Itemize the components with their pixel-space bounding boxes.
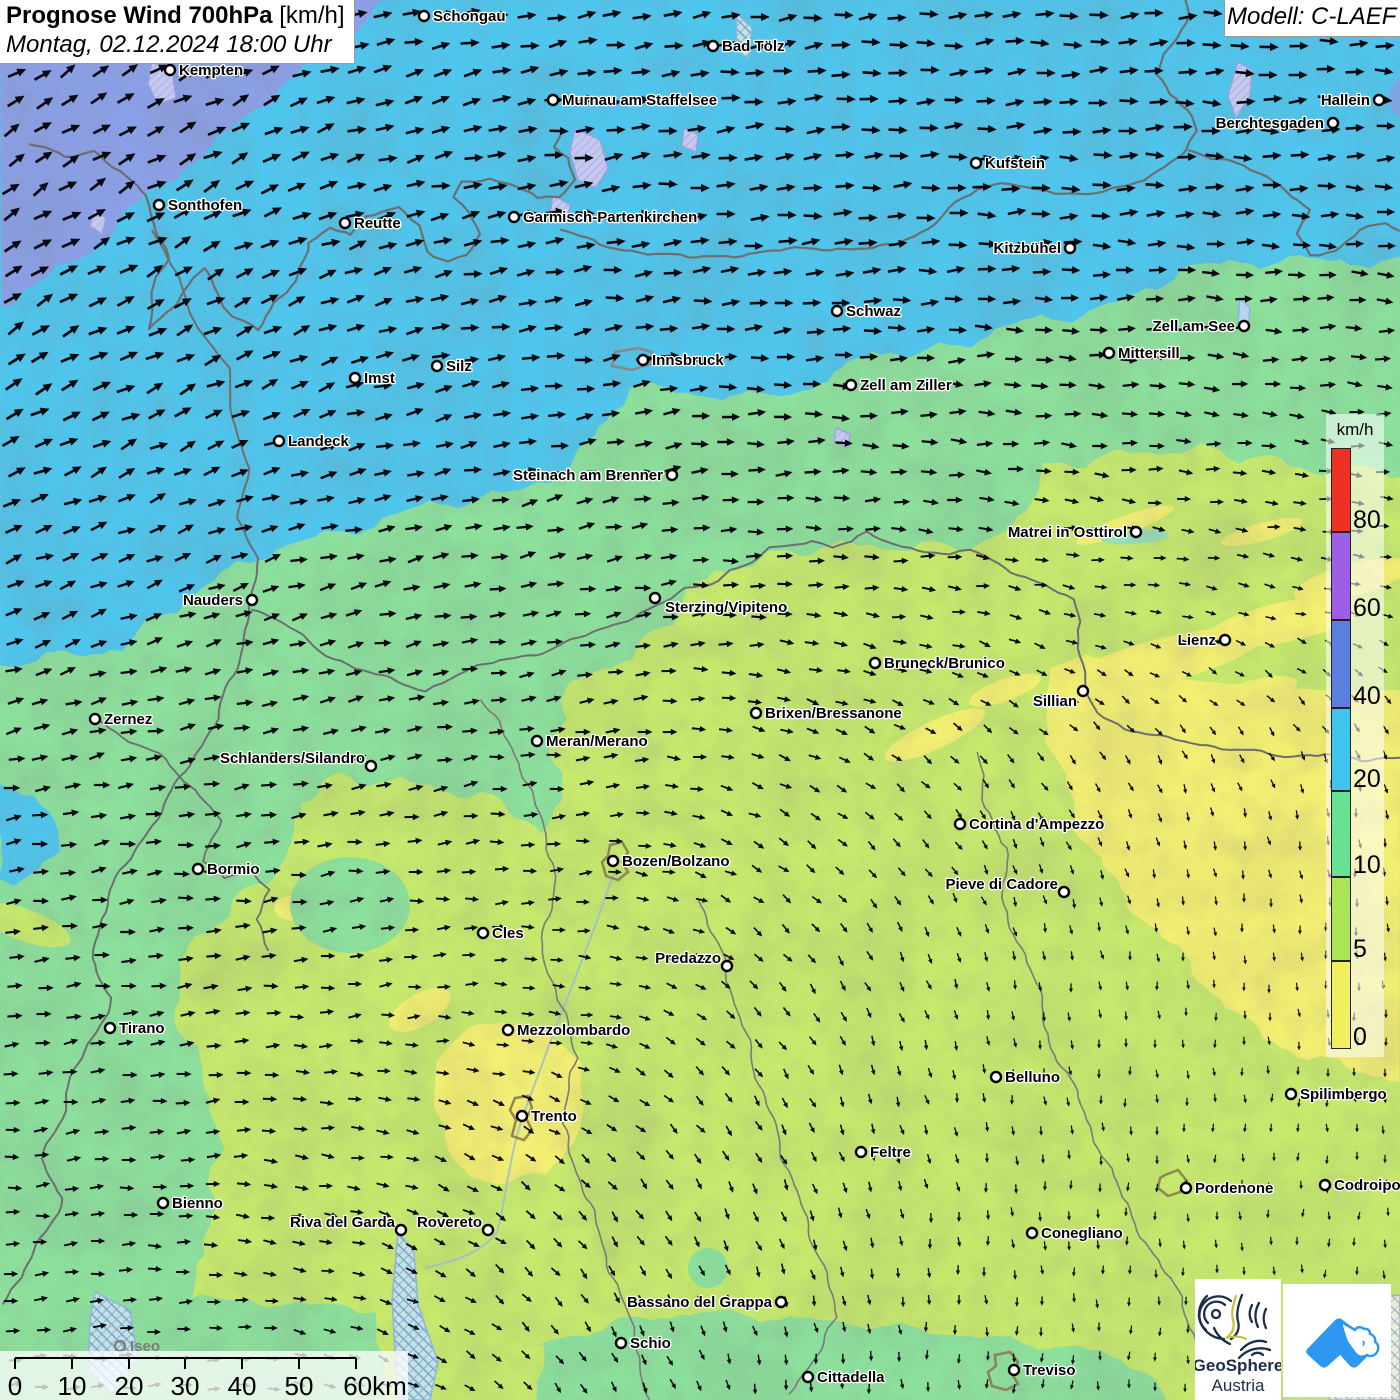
svg-text:Austria: Austria [1212, 1376, 1265, 1395]
svg-text:Riva del Garda: Riva del Garda [290, 1214, 396, 1231]
svg-text:Sonthofen: Sonthofen [168, 197, 242, 214]
svg-text:Predazzo: Predazzo [655, 950, 721, 967]
svg-text:Garmisch-Partenkirchen: Garmisch-Partenkirchen [523, 209, 697, 226]
svg-text:Treviso: Treviso [1023, 1362, 1076, 1379]
svg-text:Kitzbühel: Kitzbühel [994, 240, 1062, 257]
svg-text:Steinach am Brenner: Steinach am Brenner [513, 467, 663, 484]
svg-text:Innsbruck: Innsbruck [652, 352, 724, 369]
svg-text:Murnau am Staffelsee: Murnau am Staffelsee [562, 92, 717, 109]
svg-text:Reutte: Reutte [354, 215, 401, 232]
svg-text:Lienz: Lienz [1178, 632, 1216, 649]
svg-text:Zell am Ziller: Zell am Ziller [860, 377, 952, 394]
svg-text:Schongau: Schongau [433, 8, 506, 25]
svg-text:40: 40 [228, 1371, 257, 1400]
svg-text:Trento: Trento [531, 1108, 577, 1125]
svg-text:Pordenone: Pordenone [1195, 1180, 1273, 1197]
svg-text:Bormio: Bormio [207, 861, 260, 878]
svg-text:Rovereto: Rovereto [417, 1214, 482, 1231]
svg-text:Silz: Silz [446, 358, 472, 375]
svg-text:Pieve di Cadore: Pieve di Cadore [945, 876, 1058, 893]
svg-text:30: 30 [171, 1371, 200, 1400]
svg-text:Bozen/Bolzano: Bozen/Bolzano [622, 853, 730, 870]
svg-text:Sterzing/Vipiteno: Sterzing/Vipiteno [665, 599, 787, 616]
svg-text:50: 50 [285, 1371, 314, 1400]
svg-text:Sillian: Sillian [1033, 693, 1077, 710]
svg-text:Zernez: Zernez [104, 711, 152, 728]
svg-text:Schlanders/Silandro: Schlanders/Silandro [220, 750, 365, 767]
svg-text:Cortina d'Ampezzo: Cortina d'Ampezzo [969, 816, 1104, 833]
svg-text:Matrei in Osttirol: Matrei in Osttirol [1008, 524, 1127, 541]
svg-text:Codroipo: Codroipo [1334, 1177, 1400, 1194]
svg-text:Mezzolombardo: Mezzolombardo [517, 1022, 630, 1039]
svg-text:Feltre: Feltre [870, 1144, 911, 1161]
svg-text:Meran/Merano: Meran/Merano [546, 733, 648, 750]
svg-text:GeoSphere: GeoSphere [1195, 1356, 1281, 1375]
svg-text:10: 10 [58, 1371, 87, 1400]
svg-text:Kempten: Kempten [179, 62, 243, 79]
svg-text:Schwaz: Schwaz [846, 303, 901, 320]
svg-text:Tirano: Tirano [119, 1020, 165, 1037]
svg-text:Mittersill: Mittersill [1118, 345, 1180, 362]
svg-text:Nauders: Nauders [183, 592, 243, 609]
svg-text:Schio: Schio [630, 1335, 671, 1352]
svg-text:Conegliano: Conegliano [1041, 1225, 1123, 1242]
svg-text:Landeck: Landeck [288, 433, 350, 450]
svg-text:Imst: Imst [364, 370, 395, 387]
svg-text:Brixen/Bressanone: Brixen/Bressanone [765, 705, 902, 722]
svg-text:20: 20 [115, 1371, 144, 1400]
svg-text:Belluno: Belluno [1005, 1069, 1060, 1086]
svg-text:Cittadella: Cittadella [817, 1369, 885, 1386]
svg-text:Bassano del Grappa: Bassano del Grappa [627, 1294, 773, 1311]
svg-text:Cles: Cles [492, 925, 524, 942]
svg-text:Hallein: Hallein [1321, 92, 1370, 109]
svg-text:Bienno: Bienno [172, 1195, 223, 1212]
svg-text:Spilimbergo: Spilimbergo [1300, 1086, 1387, 1103]
svg-text:Bruneck/Brunico: Bruneck/Brunico [884, 655, 1005, 672]
svg-text:Zell am See: Zell am See [1152, 318, 1235, 335]
svg-text:60km: 60km [343, 1371, 407, 1400]
svg-text:0: 0 [8, 1371, 22, 1400]
svg-text:Bad Tölz: Bad Tölz [722, 38, 785, 55]
svg-text:Kufstein: Kufstein [985, 155, 1045, 172]
svg-text:Berchtesgaden: Berchtesgaden [1216, 115, 1324, 132]
